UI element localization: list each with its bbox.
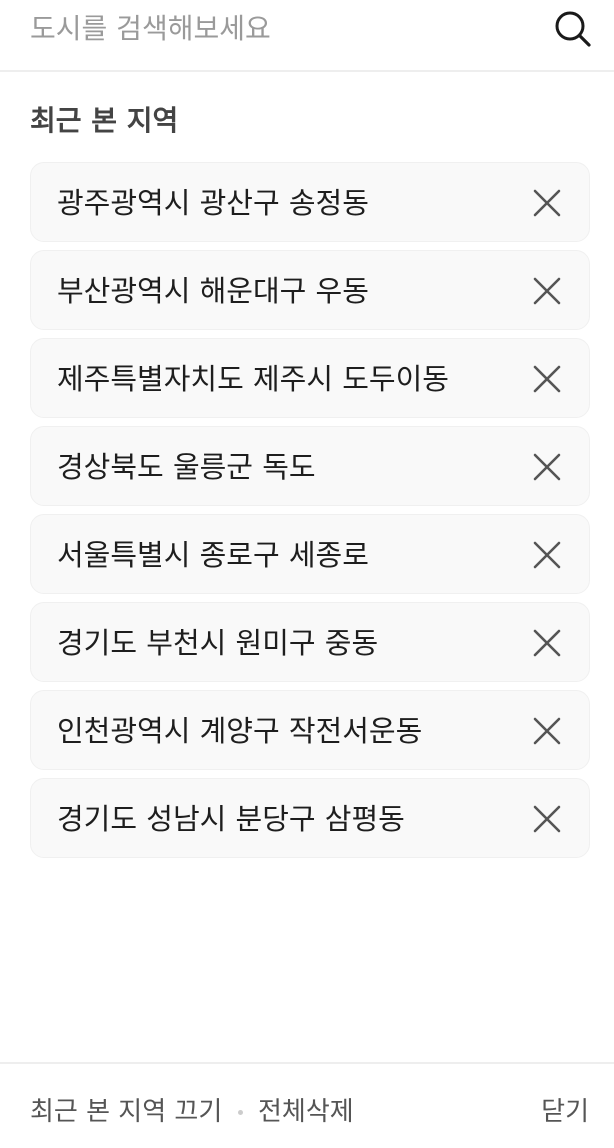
search-input[interactable] xyxy=(30,6,530,50)
search-icon[interactable] xyxy=(553,9,593,49)
location-label: 인천광역시 계양구 작전서운동 xyxy=(57,714,423,748)
separator-dot xyxy=(238,1110,243,1115)
location-label: 경기도 성남시 분당구 삼평동 xyxy=(57,802,405,836)
location-label: 서울특별시 종로구 세종로 xyxy=(57,538,369,572)
footer: 최근 본 지역 끄기 전체삭제 닫기 xyxy=(0,1062,614,1148)
list-item[interactable]: 부산광역시 해운대구 우동 xyxy=(30,250,590,330)
location-label: 제주특별자치도 제주시 도두이동 xyxy=(57,362,449,396)
delete-all-button[interactable]: 전체삭제 xyxy=(258,1094,354,1130)
list-item[interactable]: 제주특별자치도 제주시 도두이동 xyxy=(30,338,590,418)
list-item[interactable]: 광주광역시 광산구 송정동 xyxy=(30,162,590,242)
close-icon[interactable] xyxy=(531,539,563,571)
list-item[interactable]: 경기도 성남시 분당구 삼평동 xyxy=(30,778,590,858)
list-item[interactable]: 경기도 부천시 원미구 중동 xyxy=(30,602,590,682)
location-label: 부산광역시 해운대구 우동 xyxy=(57,274,369,308)
close-icon[interactable] xyxy=(531,627,563,659)
recent-locations-list: 광주광역시 광산구 송정동부산광역시 해운대구 우동제주특별자치도 제주시 도두… xyxy=(30,162,590,866)
list-item[interactable]: 경상북도 울릉군 독도 xyxy=(30,426,590,506)
recent-locations-screen: 최근 본 지역 광주광역시 광산구 송정동부산광역시 해운대구 우동제주특별자치… xyxy=(0,0,614,1148)
location-label: 경상북도 울릉군 독도 xyxy=(57,450,316,484)
section-title: 최근 본 지역 xyxy=(30,104,179,137)
turn-off-recent-button[interactable]: 최근 본 지역 끄기 xyxy=(30,1094,222,1130)
location-label: 경기도 부천시 원미구 중동 xyxy=(57,626,379,660)
close-icon[interactable] xyxy=(531,803,563,835)
list-item[interactable]: 서울특별시 종로구 세종로 xyxy=(30,514,590,594)
search-bar xyxy=(0,0,614,72)
close-icon[interactable] xyxy=(531,451,563,483)
location-label: 광주광역시 광산구 송정동 xyxy=(57,186,369,220)
close-icon[interactable] xyxy=(531,275,563,307)
close-icon[interactable] xyxy=(531,715,563,747)
list-item[interactable]: 인천광역시 계양구 작전서운동 xyxy=(30,690,590,770)
close-icon[interactable] xyxy=(531,363,563,395)
close-button[interactable]: 닫기 xyxy=(541,1094,589,1130)
close-icon[interactable] xyxy=(531,187,563,219)
